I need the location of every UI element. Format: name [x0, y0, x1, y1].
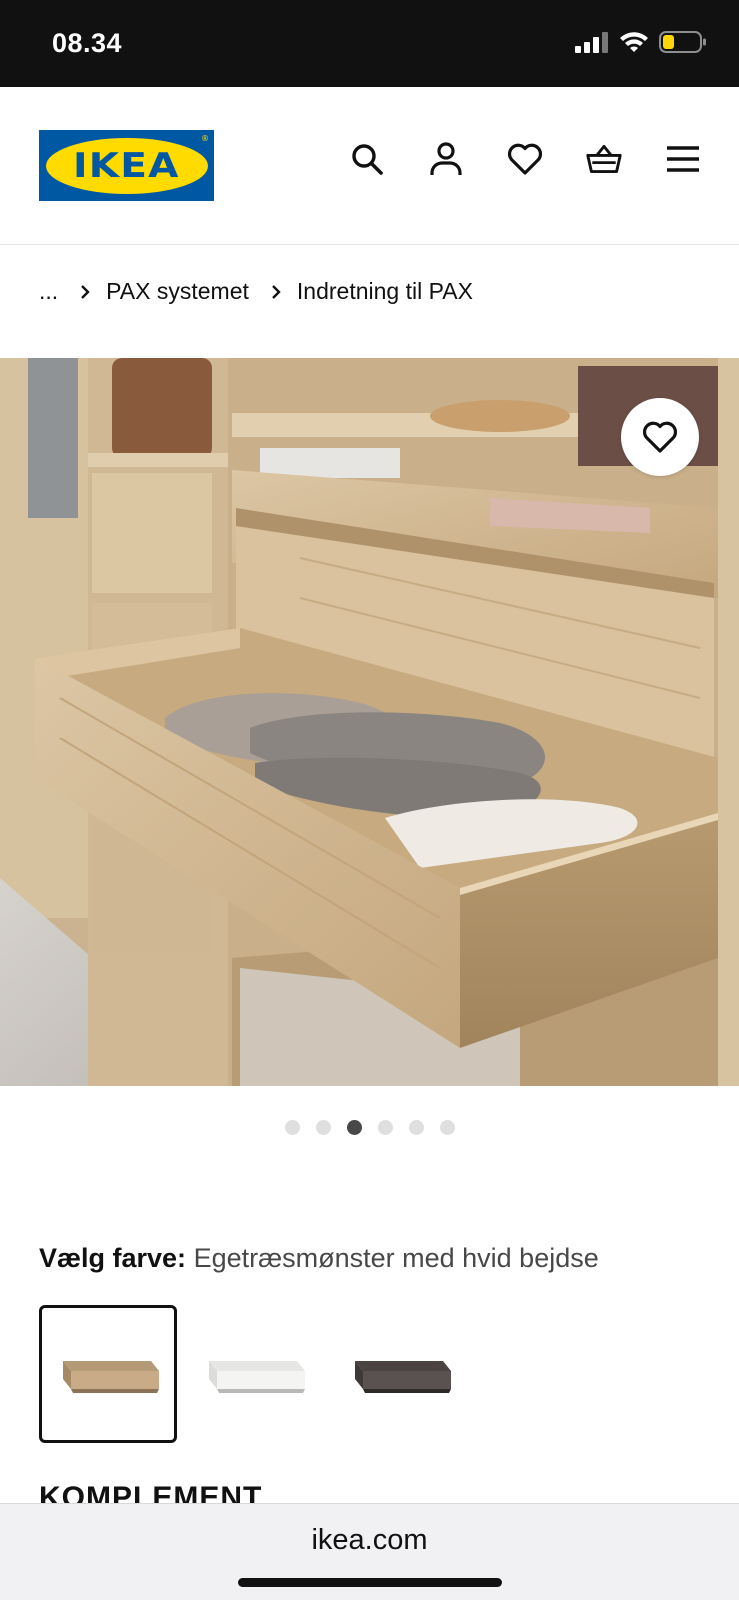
- heart-icon: [642, 421, 678, 453]
- breadcrumb-pax-systemet[interactable]: PAX systemet: [106, 278, 249, 305]
- swatch-oak-white-stained[interactable]: [39, 1305, 177, 1443]
- image-pagination: [0, 1120, 739, 1135]
- logo-oval: IKEA: [45, 137, 208, 194]
- menu-button[interactable]: [665, 141, 701, 177]
- drawer-thumbnail: [355, 1361, 451, 1393]
- favourites-button[interactable]: [507, 141, 543, 177]
- breadcrumb: ... PAX systemet Indretning til PAX: [39, 278, 473, 305]
- pagination-dot[interactable]: [408, 1120, 424, 1135]
- pagination-dot[interactable]: [284, 1120, 300, 1135]
- pagination-dot[interactable]: [377, 1120, 393, 1135]
- ikea-logo[interactable]: IKEA ®: [39, 130, 214, 201]
- swatch-white[interactable]: [185, 1305, 323, 1443]
- heart-icon: [507, 143, 543, 175]
- drawer-thumbnail: [209, 1361, 305, 1393]
- drawer-photo: [0, 358, 739, 1086]
- home-indicator[interactable]: [238, 1578, 502, 1587]
- drawer-thumbnail: [63, 1361, 159, 1393]
- status-bar: 08.34: [0, 0, 739, 87]
- search-icon: [352, 144, 383, 175]
- logo-text: IKEA: [73, 145, 180, 186]
- url-display[interactable]: ikea.com: [0, 1524, 739, 1557]
- site-header: IKEA ®: [0, 87, 739, 245]
- save-to-favourites-button[interactable]: [621, 398, 699, 476]
- account-button[interactable]: [428, 141, 464, 177]
- product-image[interactable]: [0, 358, 739, 1086]
- search-button[interactable]: [349, 141, 385, 177]
- pagination-dot-active[interactable]: [346, 1120, 362, 1135]
- pagination-dot[interactable]: [439, 1120, 455, 1135]
- basket-button[interactable]: [586, 141, 622, 177]
- chevron-right-icon: [271, 284, 281, 300]
- browser-address-bar: ikea.com: [0, 1503, 739, 1600]
- color-swatches: [39, 1305, 469, 1443]
- wifi-icon: [619, 31, 649, 58]
- status-time: 08.34: [52, 28, 123, 58]
- cellular-signal-icon: [575, 31, 609, 58]
- pagination-dot[interactable]: [315, 1120, 331, 1135]
- menu-icon: [667, 146, 699, 172]
- registered-mark: ®: [201, 134, 209, 143]
- breadcrumb-ellipsis[interactable]: ...: [39, 278, 58, 305]
- color-selector-label: Vælg farve: Egetræsmønster med hvid bejd…: [39, 1243, 599, 1274]
- color-label-value: Egetræsmønster med hvid bejdse: [193, 1243, 599, 1273]
- battery-icon: [659, 30, 707, 59]
- account-icon: [430, 142, 462, 175]
- breadcrumb-indretning[interactable]: Indretning til PAX: [297, 278, 473, 305]
- color-label-title: Vælg farve:: [39, 1243, 187, 1273]
- chevron-right-icon: [80, 284, 90, 300]
- swatch-dark-brown[interactable]: [331, 1305, 469, 1443]
- header-actions: [349, 141, 701, 177]
- status-icons: [575, 30, 707, 59]
- basket-icon: [586, 144, 622, 174]
